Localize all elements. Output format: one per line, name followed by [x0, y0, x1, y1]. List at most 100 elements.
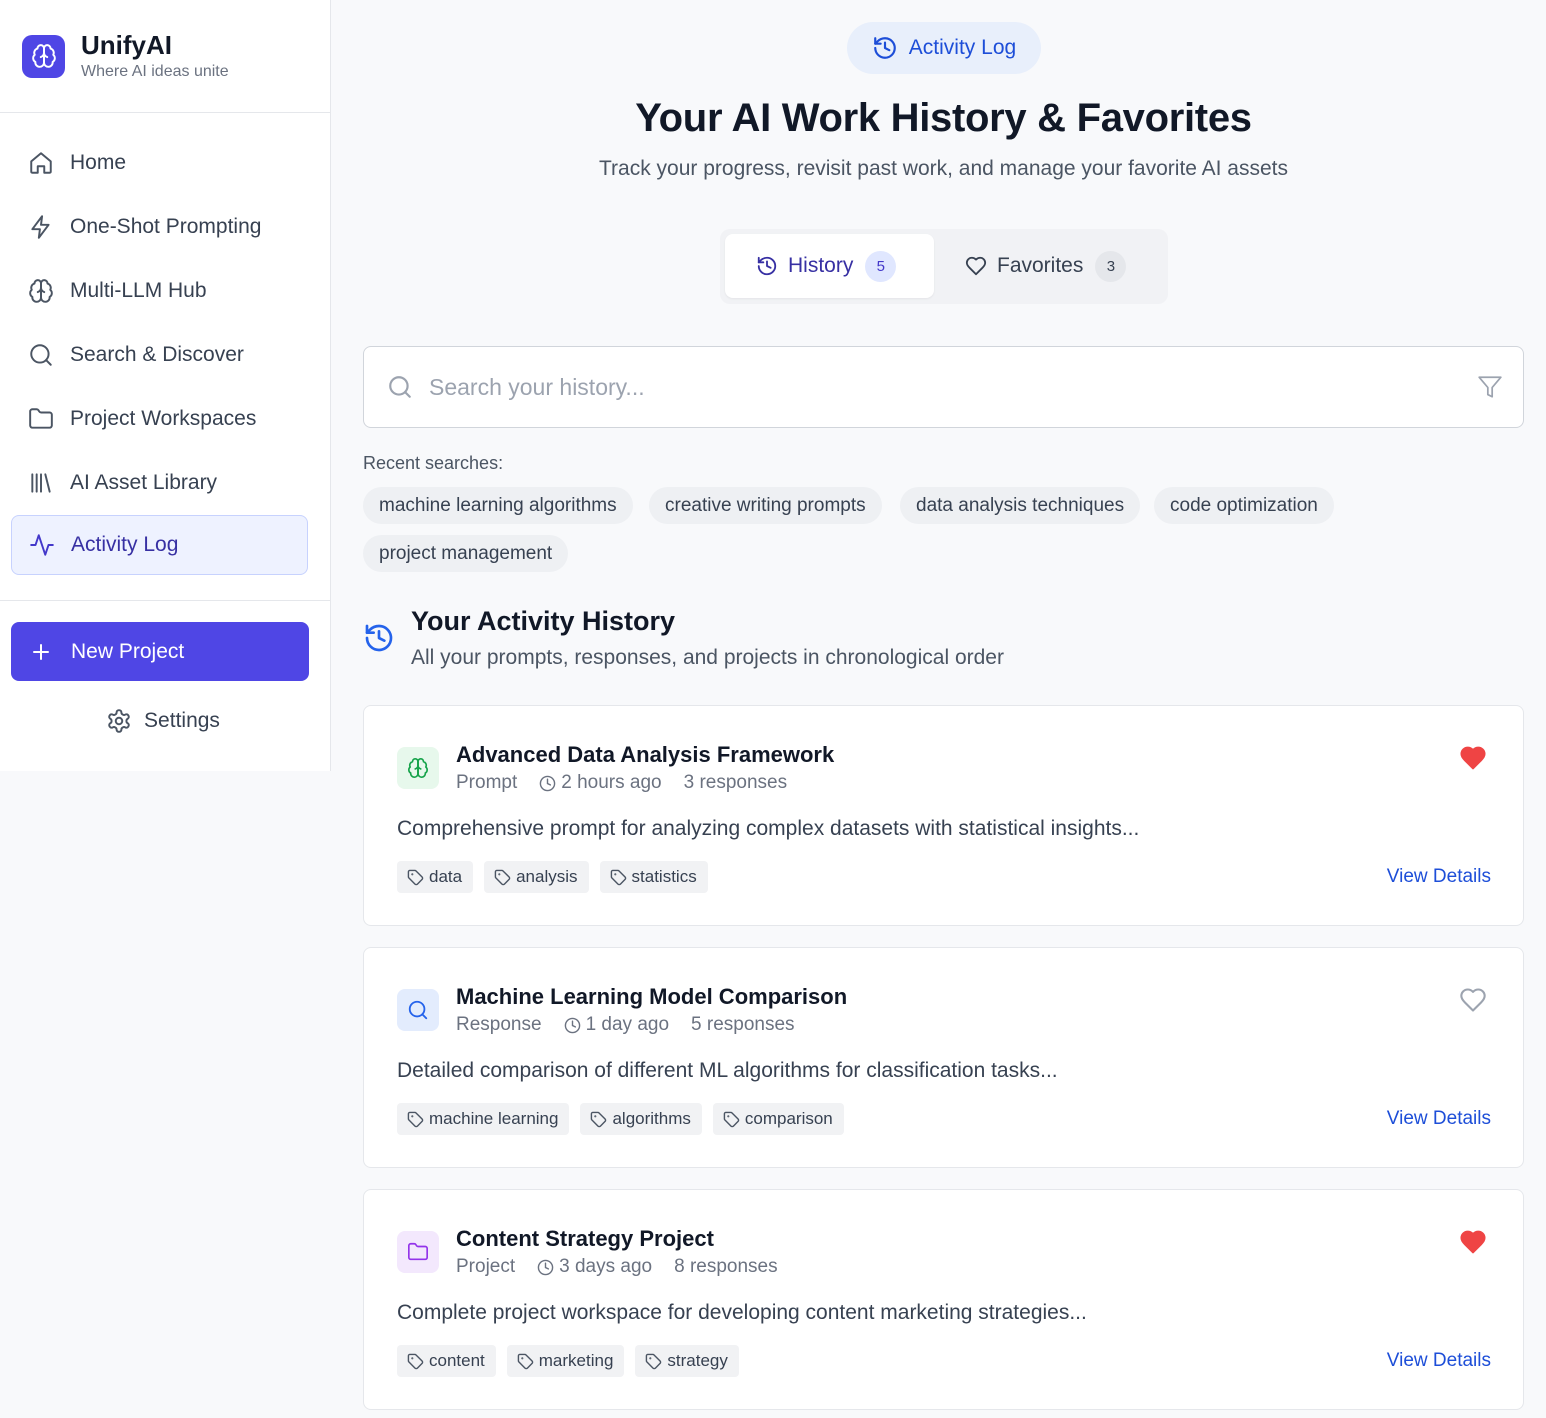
sidebar-item-label: Search & Discover: [70, 343, 244, 366]
search-input[interactable]: [429, 373, 1449, 401]
activity-card: Content Strategy Project Project 3 days …: [363, 1189, 1524, 1410]
tab-history[interactable]: History 5: [725, 234, 934, 298]
recent-search-chip[interactable]: code optimization: [1154, 487, 1334, 524]
sidebar-item-label: Multi-LLM Hub: [70, 279, 207, 302]
sidebar-item-label: Home: [70, 151, 127, 174]
sidebar-item-multi-llm-hub[interactable]: Multi-LLM Hub: [0, 259, 330, 323]
activity-log-pill: Activity Log: [847, 22, 1041, 74]
card-description: Comprehensive prompt for analyzing compl…: [397, 817, 1140, 840]
tag-icon: [494, 869, 511, 885]
tag[interactable]: comparison: [712, 1103, 844, 1135]
brand: UnifyAI Where AI ideas unite: [0, 0, 330, 113]
card-tags: data analysis statistics: [397, 861, 719, 893]
clock-icon: [564, 1017, 580, 1033]
tag-label: data: [429, 867, 463, 886]
tag[interactable]: analysis: [484, 861, 589, 893]
recent-search-chip[interactable]: project management: [363, 535, 569, 572]
brand-tagline: Where AI ideas unite: [81, 62, 229, 80]
activity-icon: [30, 534, 54, 556]
heart-filled-icon[interactable]: [1459, 744, 1487, 772]
page-title: Your AI Work History & Favorites: [635, 96, 1252, 140]
card-type: Prompt: [456, 772, 518, 793]
tag[interactable]: algorithms: [580, 1103, 702, 1135]
sidebar-item-label: One-Shot Prompting: [70, 215, 262, 238]
gear-icon: [108, 709, 130, 733]
view-details-link[interactable]: View Details: [1387, 1350, 1491, 1372]
tab-label: Favorites: [997, 254, 1084, 277]
tag[interactable]: content: [397, 1345, 496, 1377]
recent-search-chip[interactable]: data analysis techniques: [900, 487, 1141, 524]
sidebar-item-one-shot-prompting[interactable]: One-Shot Prompting: [0, 195, 330, 259]
tag[interactable]: marketing: [506, 1345, 625, 1377]
search-icon: [30, 344, 52, 366]
sidebar-item-ai-asset-library[interactable]: AI Asset Library: [0, 451, 330, 515]
heart-filled-icon[interactable]: [1459, 1228, 1487, 1256]
tag-label: content: [429, 1351, 485, 1370]
count-badge: 5: [865, 250, 897, 282]
card-meta: Project 3 days ago 8 responses: [456, 1256, 778, 1278]
page-subtitle: Track your progress, revisit past work, …: [598, 157, 1288, 180]
main-content: Activity Log Your AI Work History & Favo…: [331, 0, 1546, 1418]
brain-icon: [397, 747, 439, 789]
history-icon: [873, 37, 896, 59]
tag-label: marketing: [538, 1351, 614, 1370]
recent-search-chip[interactable]: machine learning algorithms: [363, 487, 633, 524]
sidebar-item-search-discover[interactable]: Search & Discover: [0, 323, 330, 387]
card-responses: 5 responses: [691, 1014, 795, 1035]
tag-icon: [517, 1353, 534, 1369]
recent-search-chip[interactable]: creative writing prompts: [649, 487, 882, 524]
card-type: Project: [456, 1256, 516, 1277]
folder-icon: [29, 408, 53, 429]
card-responses: 8 responses: [674, 1256, 778, 1277]
sidebar: UnifyAI Where AI ideas unite Home One-Sh…: [0, 0, 331, 771]
clock-icon: [537, 1259, 554, 1275]
heart-outline-icon[interactable]: [1459, 986, 1487, 1014]
card-meta: Response 1 day ago 5 responses: [456, 1014, 795, 1036]
section-subtitle: All your prompts, responses, and project…: [411, 646, 1004, 669]
new-project-button[interactable]: New Project: [11, 622, 309, 681]
view-details-link[interactable]: View Details: [1387, 866, 1491, 888]
sidebar-item-activity-log[interactable]: Activity Log: [11, 515, 308, 575]
brain-icon: [29, 279, 53, 303]
tag[interactable]: strategy: [635, 1345, 739, 1377]
count-badge: 3: [1095, 250, 1127, 282]
sidebar-item-label: Activity Log: [71, 533, 179, 556]
new-project-label: New Project: [71, 639, 185, 663]
tag[interactable]: statistics: [599, 861, 708, 893]
sidebar-item-project-workspaces[interactable]: Project Workspaces: [0, 387, 330, 451]
folder-icon: [397, 1231, 439, 1273]
view-tabs: History 5 Favorites 3: [720, 229, 1168, 304]
activity-card: Advanced Data Analysis Framework Prompt …: [363, 705, 1524, 926]
tag[interactable]: machine learning: [397, 1103, 570, 1135]
tag-label: algorithms: [612, 1109, 691, 1128]
tag-icon: [610, 869, 626, 885]
view-details-link[interactable]: View Details: [1387, 1108, 1491, 1130]
card-title: Advanced Data Analysis Framework: [456, 742, 835, 767]
history-icon: [365, 624, 393, 652]
tag-label: analysis: [516, 867, 578, 886]
tag-label: statistics: [631, 867, 697, 886]
card-title: Content Strategy Project: [456, 1226, 714, 1251]
sidebar-nav: Home One-Shot Prompting Multi-LLM Hub Se…: [0, 113, 330, 601]
library-icon: [31, 473, 51, 493]
card-description: Detailed comparison of different ML algo…: [397, 1059, 1058, 1082]
history-search: [363, 346, 1524, 428]
section-title: Your Activity History: [411, 606, 676, 636]
settings-button[interactable]: Settings: [0, 700, 331, 742]
tag-label: strategy: [667, 1351, 728, 1370]
sidebar-item-label: Project Workspaces: [70, 407, 257, 430]
plus-icon: [33, 643, 49, 660]
recent-searches-label: Recent searches:: [363, 453, 504, 473]
tag-icon: [646, 1353, 662, 1369]
settings-label: Settings: [144, 709, 220, 732]
card-time: 2 hours ago: [561, 772, 662, 793]
bolt-icon: [31, 215, 50, 239]
card-tags: content marketing strategy: [397, 1345, 750, 1377]
card-type: Response: [456, 1014, 542, 1035]
sidebar-item-home[interactable]: Home: [0, 131, 330, 195]
filter-icon[interactable]: [1477, 374, 1503, 400]
tag-icon: [407, 869, 424, 885]
tab-favorites[interactable]: Favorites 3: [940, 234, 1162, 298]
card-meta: Prompt 2 hours ago 3 responses: [456, 772, 787, 794]
tag[interactable]: data: [397, 861, 474, 893]
